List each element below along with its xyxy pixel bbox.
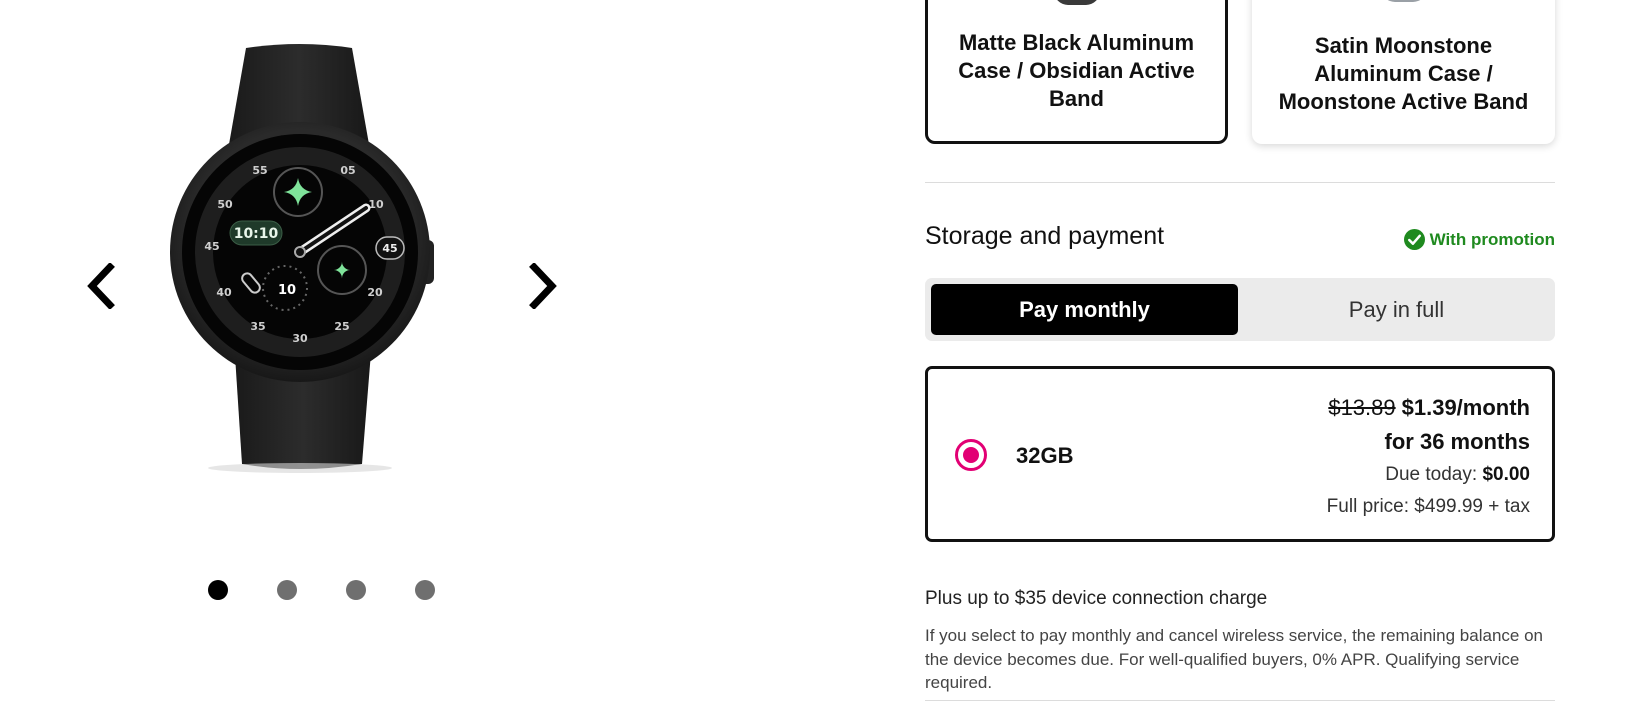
sub-dial: 10 [278, 283, 296, 298]
tick-label: 30 [292, 332, 308, 345]
monthly-price: $1.39/month [1401, 395, 1530, 420]
watch-image: 55 05 50 10 45 40 20 35 25 30 ✦ 10:10 45… [170, 44, 434, 473]
tick-label: 20 [367, 286, 383, 299]
storage-size: 32GB [1016, 443, 1074, 468]
check-circle-icon [1403, 229, 1425, 250]
full-price: Full price: $499.99 + tax [1326, 496, 1530, 517]
face-chip: 45 [382, 242, 397, 255]
carousel-dot[interactable] [208, 580, 228, 600]
carousel-dot[interactable] [277, 580, 297, 600]
variant-label: Matte Black Aluminum Case / Obsidian Act… [958, 30, 1195, 111]
tick-label: 35 [250, 320, 265, 333]
variant-card-matte-black[interactable]: Matte Black Aluminum Case / Obsidian Act… [925, 0, 1228, 144]
payment-toggle: Pay monthly Pay in full [925, 278, 1555, 341]
storage-option-card[interactable]: 32GB $13.89 $1.39/month for 36 months Due… [925, 366, 1555, 542]
tick-label: 50 [217, 198, 233, 211]
pay-in-full-tab[interactable]: Pay in full [1244, 284, 1549, 335]
price-block: $13.89 $1.39/month for 36 months Due toda… [1327, 391, 1530, 523]
variant-card-satin-moonstone[interactable]: Satin Moonstone Aluminum Case / Moonston… [1252, 0, 1555, 144]
radio-dot [963, 447, 979, 463]
tick-label: 45 [204, 240, 219, 253]
variant-label: Satin Moonstone Aluminum Case / Moonston… [1278, 33, 1529, 114]
divider [925, 182, 1555, 183]
due-label: Due today: [1385, 464, 1478, 485]
promo-label: With promotion [1429, 229, 1555, 249]
svg-text:✦: ✦ [333, 259, 351, 284]
payment-disclaimer: If you select to pay monthly and cancel … [925, 626, 1543, 692]
price-term: for 36 months [1384, 429, 1530, 454]
section-title: Storage and payment [925, 222, 1165, 250]
product-gallery: 55 05 50 10 45 40 20 35 25 30 ✦ 10:10 45… [0, 0, 640, 717]
next-image-button[interactable] [518, 256, 568, 316]
storage-radio[interactable] [955, 439, 987, 471]
color-swatch [1380, 0, 1427, 2]
prev-image-button[interactable] [76, 256, 126, 316]
old-price: $13.89 [1328, 395, 1396, 420]
tick-label: 05 [340, 164, 355, 177]
time-readout: 10:10 [234, 226, 279, 242]
color-swatch [1053, 0, 1100, 5]
chevron-right-icon [529, 263, 557, 309]
divider [925, 700, 1555, 701]
chevron-left-icon [87, 263, 115, 309]
due-today: Due today: $0.00 [1327, 459, 1530, 491]
carousel-dots [208, 580, 435, 600]
due-value: $0.00 [1482, 464, 1530, 485]
tick-label: 55 [252, 164, 267, 177]
tick-label: 25 [334, 320, 349, 333]
promo-badge: With promotion [1403, 229, 1555, 250]
pay-monthly-tab[interactable]: Pay monthly [931, 284, 1238, 335]
connection-charge-note: Plus up to $35 device connection charge [925, 588, 1268, 609]
tick-label: 10 [368, 198, 384, 211]
tick-label: 40 [216, 286, 232, 299]
carousel-dot[interactable] [415, 580, 435, 600]
carousel-dot[interactable] [346, 580, 366, 600]
